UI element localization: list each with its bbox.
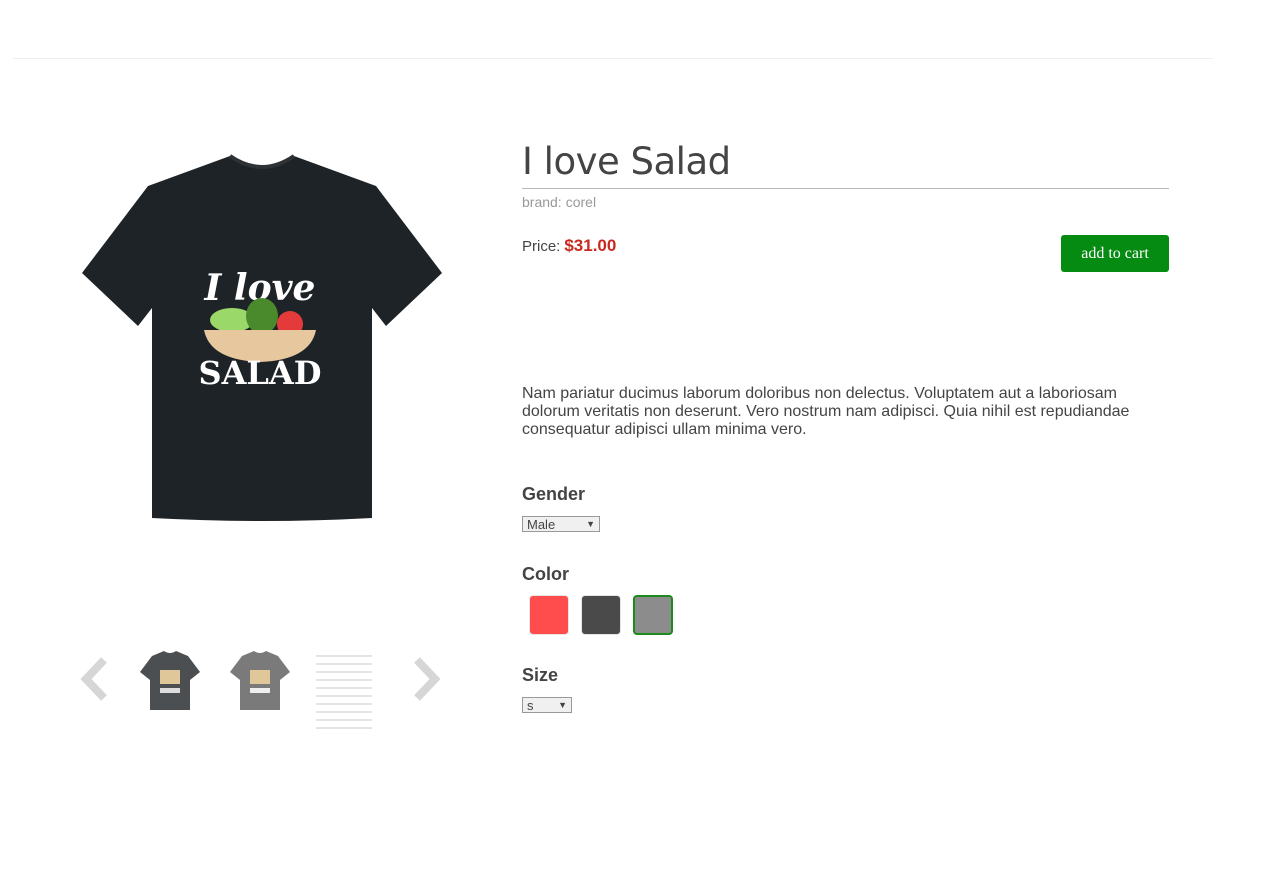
color-swatch-gray-selected[interactable] xyxy=(633,595,673,635)
carousel-next-button[interactable] xyxy=(405,656,445,702)
product-brand: brand: corel xyxy=(522,194,596,210)
carousel-prev-button[interactable] xyxy=(76,656,116,702)
color-swatch-red[interactable] xyxy=(529,595,569,635)
chevron-right-icon xyxy=(414,657,441,701)
brand-label: brand: xyxy=(522,194,562,210)
product-description: Nam pariatur ducimus laborum doloribus n… xyxy=(522,385,1130,438)
product-title: I love Salad xyxy=(522,140,731,183)
size-selected-value: s xyxy=(527,698,534,713)
thumbnail-gray-shirt[interactable] xyxy=(228,648,292,712)
color-label: Color xyxy=(522,564,569,584)
chevron-left-icon xyxy=(80,657,107,701)
header-divider xyxy=(13,58,1213,59)
size-label: Size xyxy=(522,665,559,685)
thumbnail-dark-shirt[interactable] xyxy=(138,648,202,712)
shirt-print-bottom: SALAD xyxy=(198,354,321,392)
brand-value: corel xyxy=(565,194,597,210)
gender-select[interactable]: Male ▼ xyxy=(522,516,600,532)
caret-down-icon: ▼ xyxy=(558,700,567,710)
price-value: $31.00 xyxy=(564,236,617,255)
product-main-image: I love SALAD xyxy=(80,148,444,528)
color-swatch-dark-gray[interactable] xyxy=(581,595,621,635)
title-divider xyxy=(522,188,1169,189)
gender-label: Gender xyxy=(522,484,586,504)
gender-selected-value: Male xyxy=(527,517,556,532)
price-label: Price: xyxy=(522,238,561,255)
thumbnail-size-chart[interactable] xyxy=(312,650,376,732)
product-price: Price: $31.00 xyxy=(522,236,616,256)
add-to-cart-button[interactable]: add to cart xyxy=(1061,235,1169,272)
size-select[interactable]: s ▼ xyxy=(522,697,572,713)
caret-down-icon: ▼ xyxy=(586,519,595,529)
